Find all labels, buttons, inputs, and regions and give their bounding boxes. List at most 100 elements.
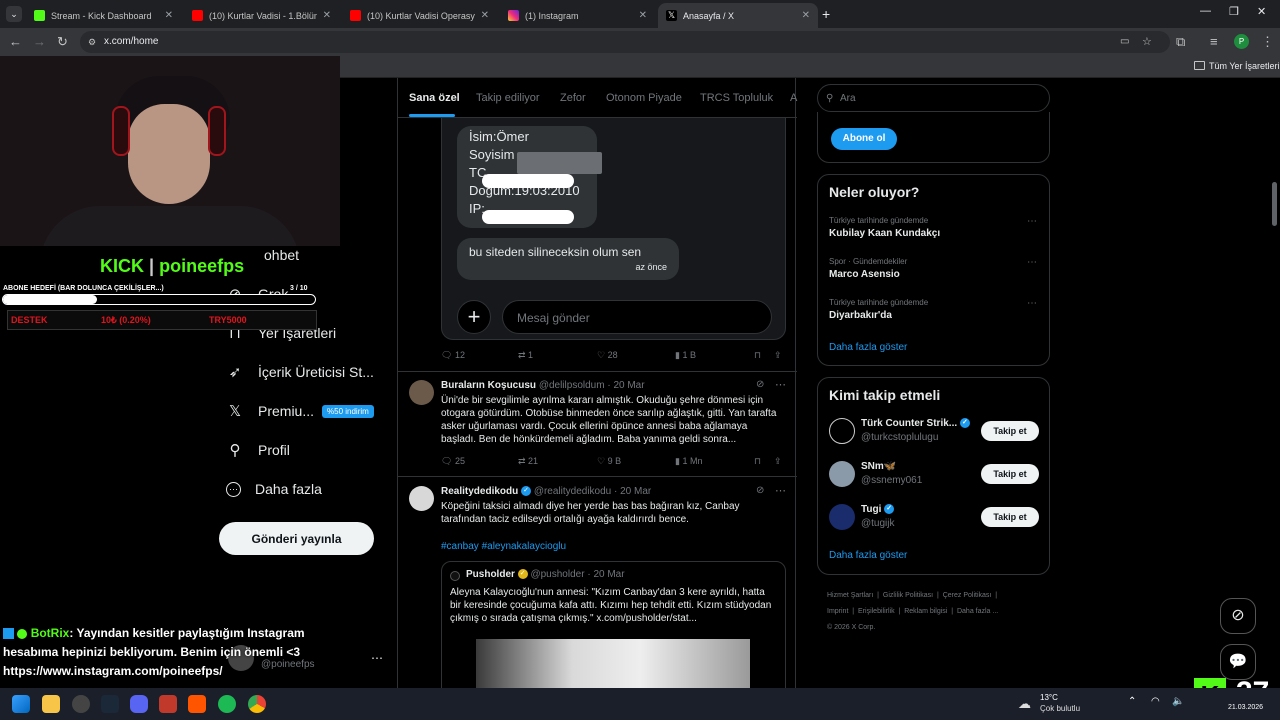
maximize-icon[interactable]: ❐ [1229, 5, 1239, 18]
tweet-image-dm-screenshot[interactable]: İsim:Ömer Soyisim TC Doğum:19:03:2010 IP… [441, 118, 786, 340]
author-handle[interactable]: @realitydedikodu [534, 486, 611, 497]
bookmark-star-icon[interactable]: ☆ [1142, 31, 1152, 53]
footer-link[interactable]: Gizlilik Politikası [883, 592, 933, 599]
avatar[interactable] [409, 380, 434, 405]
post-button[interactable]: Gönderi yayınla [219, 522, 374, 555]
repost-icon[interactable]: ⇄ 21 [518, 456, 538, 467]
messages-floating-button[interactable]: 💬 [1220, 644, 1256, 680]
share-icon[interactable]: ⇪ [774, 456, 782, 467]
show-more-trends-link[interactable]: Daha fazla göster [829, 342, 907, 353]
bookmark-icon[interactable]: ⊓ [754, 350, 761, 361]
faceit-icon[interactable] [188, 695, 206, 713]
tweet-date[interactable]: 20 Mar [613, 380, 644, 391]
trend-more-icon[interactable]: ⋯ [1027, 298, 1037, 309]
start-icon[interactable] [12, 695, 30, 713]
discord-icon[interactable] [130, 695, 148, 713]
nav-creator-studio[interactable]: ➶ İçerik Üreticisi St... [226, 357, 374, 387]
suggestion-name[interactable]: SNm🦋 [861, 461, 896, 472]
browser-tab[interactable]: (10) Kurtlar Vadisi Operasyon M ✕ [342, 3, 497, 28]
extensions-icon[interactable]: ⧉ [1176, 34, 1185, 50]
trend-item[interactable]: Diyarbakır'da [829, 310, 892, 321]
close-tab-icon[interactable]: ✕ [481, 10, 489, 21]
tab-zefor[interactable]: Zefor [560, 92, 586, 104]
app-icon[interactable] [159, 695, 177, 713]
browser-tab-active[interactable]: 𝕏 Anasayfa / X ✕ [658, 3, 818, 28]
address-bar[interactable]: ⚙ x.com/home ▭ ☆ [80, 31, 1170, 53]
quoted-tweet[interactable]: Pusholder ✓ @pusholder · 20 Mar Aleyna K… [441, 561, 786, 688]
minimize-icon[interactable]: — [1200, 5, 1211, 17]
avatar[interactable] [829, 461, 855, 487]
grok-floating-button[interactable]: ⊘ [1220, 598, 1256, 634]
app-icon[interactable] [72, 695, 90, 713]
trend-more-icon[interactable]: ⋯ [1027, 257, 1037, 268]
grok-explain-icon[interactable]: ⊘ [756, 379, 764, 390]
weather-temp[interactable]: 13°C [1040, 693, 1058, 702]
footer-link[interactable]: Çerez Politikası [943, 592, 992, 599]
reload-icon[interactable]: ↻ [57, 34, 68, 50]
tab-search-button[interactable]: ⌄ [6, 6, 22, 22]
share-icon[interactable]: ⇪ [774, 350, 782, 361]
account-more-icon[interactable]: ⋯ [371, 651, 383, 665]
nav-profile[interactable]: ⚲ Profil [226, 435, 290, 465]
tab-for-you[interactable]: Sana özel [409, 92, 460, 104]
close-tab-icon[interactable]: ✕ [639, 10, 647, 21]
tab-otonom-piyade[interactable]: Otonom Piyade [606, 92, 682, 104]
tweet-hashtags[interactable]: #canbay #aleynakalaycioglu [441, 540, 781, 553]
like-icon[interactable]: ♡ 28 [597, 350, 618, 361]
show-more-suggestions-link[interactable]: Daha fazla göster [829, 550, 907, 561]
tweet-more-icon[interactable]: ⋯ [775, 484, 786, 497]
cast-icon[interactable]: ▭ [1120, 31, 1129, 53]
tweet-more-icon[interactable]: ⋯ [775, 378, 786, 391]
trend-item[interactable]: Kubilay Kaan Kundakçı [829, 228, 940, 239]
nav-premium[interactable]: 𝕏 Premiu... %50 indirim [226, 396, 374, 426]
views-icon[interactable]: ▮ 1 Mn [675, 456, 702, 467]
weather-desc[interactable]: Çok bulutlu [1040, 704, 1080, 713]
forward-icon[interactable]: → [33, 34, 46, 49]
nav-more[interactable]: ⋯ Daha fazla [226, 474, 322, 504]
file-explorer-icon[interactable] [42, 695, 60, 713]
reply-icon[interactable]: 🗨 25 [441, 456, 465, 467]
footer-link[interactable]: Daha fazla ... [957, 608, 998, 615]
quote-image[interactable] [476, 639, 750, 688]
dm-message-input[interactable]: Mesaj gönder [502, 300, 772, 334]
profile-avatar[interactable]: P [1234, 34, 1249, 49]
site-info-icon[interactable]: ⚙ [88, 31, 96, 53]
avatar[interactable] [829, 418, 855, 444]
tab-trcs-topluluk[interactable]: TRCS Topluluk [700, 92, 773, 104]
steam-icon[interactable] [101, 695, 119, 713]
avatar[interactable] [829, 504, 855, 530]
new-tab-button[interactable]: + [822, 6, 830, 22]
search-input[interactable]: ⚲ Ara [817, 84, 1050, 112]
like-icon[interactable]: ♡ 9 B [597, 456, 621, 467]
reading-list-icon[interactable]: ≡ [1210, 34, 1218, 49]
follow-button[interactable]: Takip et [981, 464, 1039, 484]
views-icon[interactable]: ▮ 1 B [675, 350, 696, 361]
author-handle[interactable]: @delilpsoldum [539, 380, 605, 391]
footer-link[interactable]: Hizmet Şartları [827, 592, 873, 599]
taskbar-date[interactable]: 21.03.2026 [1228, 704, 1263, 711]
trend-more-icon[interactable]: ⋯ [1027, 216, 1037, 227]
follow-button[interactable]: Takip et [981, 421, 1039, 441]
close-window-icon[interactable]: ✕ [1257, 5, 1266, 18]
avatar[interactable] [409, 486, 434, 511]
trend-item[interactable]: Marco Asensio [829, 269, 900, 280]
back-icon[interactable]: ← [9, 34, 22, 49]
subscribe-button[interactable]: Abone ol [831, 128, 897, 150]
footer-link[interactable]: Reklam bilgisi [904, 608, 947, 615]
wifi-icon[interactable]: ◠ [1151, 696, 1160, 707]
reply-icon[interactable]: 🗨 12 [441, 350, 465, 361]
grok-explain-icon[interactable]: ⊘ [756, 485, 764, 496]
close-tab-icon[interactable]: ✕ [165, 10, 173, 21]
author-name[interactable]: Buraların Koşucusu [441, 380, 536, 391]
follow-button[interactable]: Takip et [981, 507, 1039, 527]
tweet-date[interactable]: 20 Mar [620, 486, 651, 497]
dm-add-button[interactable]: + [457, 300, 491, 334]
browser-tab[interactable]: Stream - Kick Dashboard ✕ [26, 3, 181, 28]
author-name[interactable]: Realitydedikodu [441, 486, 518, 497]
repost-icon[interactable]: ⇄ 1 [518, 350, 533, 361]
tray-chevron-icon[interactable]: ⌃ [1128, 696, 1136, 707]
scrollbar-thumb[interactable] [1272, 182, 1277, 226]
menu-kebab-icon[interactable]: ⋮ [1261, 34, 1274, 50]
tab-following[interactable]: Takip ediliyor [476, 92, 540, 104]
browser-tab[interactable]: (1) Instagram ✕ [500, 3, 655, 28]
